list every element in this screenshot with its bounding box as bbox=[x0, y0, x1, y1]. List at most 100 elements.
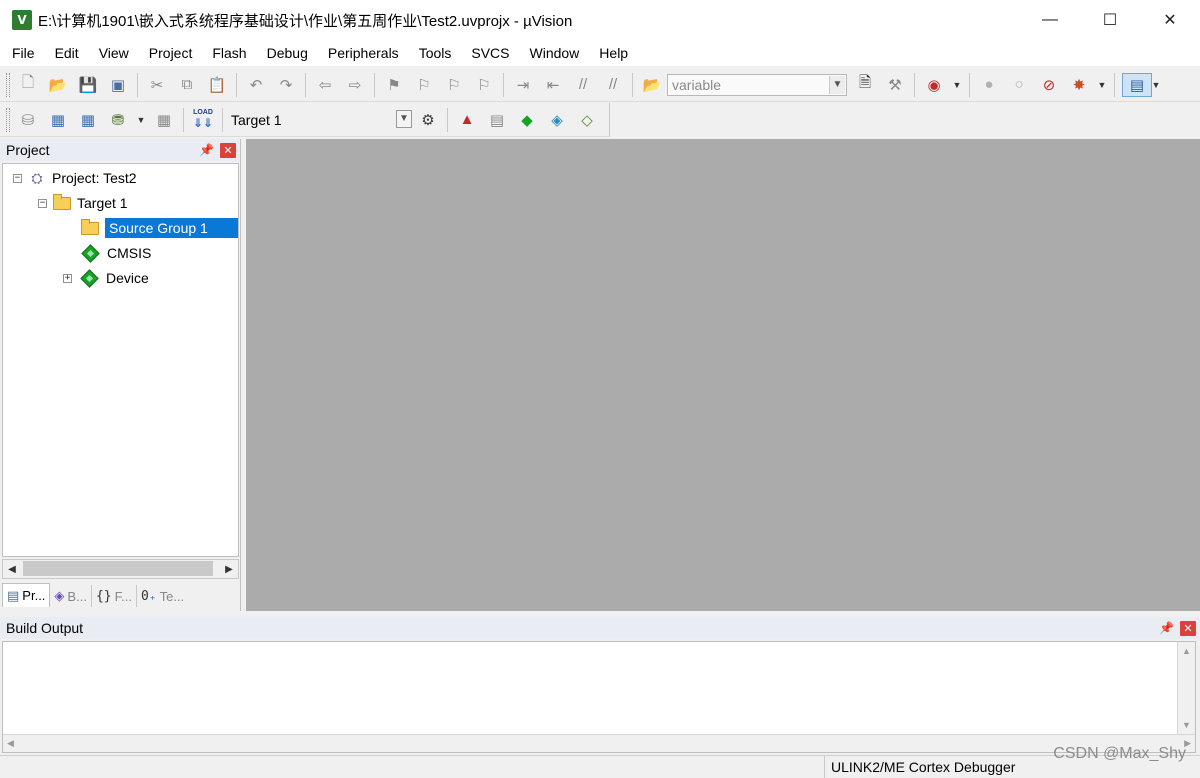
menu-peripherals[interactable]: Peripherals bbox=[316, 45, 407, 61]
menu-window[interactable]: Window bbox=[518, 45, 588, 61]
bookmark-toggle-icon[interactable]: ⚑ bbox=[382, 73, 406, 97]
scroll-right-icon[interactable]: ▶ bbox=[220, 560, 238, 578]
component-diamond-icon bbox=[80, 243, 100, 263]
navigate-back-icon[interactable]: ⇦ bbox=[313, 73, 337, 97]
undo-icon[interactable]: ↶ bbox=[244, 73, 268, 97]
editor-area[interactable] bbox=[246, 139, 1200, 611]
build-icon[interactable]: ▦ bbox=[46, 108, 70, 132]
scroll-left-icon[interactable]: ◀ bbox=[7, 738, 14, 749]
scroll-track[interactable] bbox=[21, 560, 220, 578]
build-output-text[interactable]: ▲ ▼ ◀ ▶ bbox=[2, 641, 1196, 753]
select-software-packs-icon[interactable]: ▤ bbox=[485, 108, 509, 132]
menu-edit[interactable]: Edit bbox=[43, 45, 87, 61]
scroll-down-icon[interactable]: ▼ bbox=[1178, 716, 1195, 734]
new-file-icon[interactable]: 🗋 bbox=[16, 73, 40, 97]
menu-svcs[interactable]: SVCS bbox=[459, 45, 517, 61]
project-horizontal-scrollbar[interactable]: ◀ ▶ bbox=[2, 559, 239, 579]
pack-installer-icon[interactable]: ◈ bbox=[545, 108, 569, 132]
stop-build-icon[interactable]: ▦ bbox=[152, 108, 176, 132]
bookmark-clear-icon[interactable]: ⚐ bbox=[472, 73, 496, 97]
find-in-files-icon[interactable]: 📂 bbox=[640, 73, 664, 97]
tree-node-target[interactable]: − Target 1 bbox=[38, 192, 128, 214]
close-window-button[interactable]: ✕ bbox=[1140, 0, 1200, 40]
expand-icon[interactable]: + bbox=[63, 273, 72, 283]
functions-tab-icon: {} bbox=[95, 588, 112, 604]
project-tab-icon: ▤ bbox=[7, 587, 20, 603]
window-layout-icon[interactable]: ▤ bbox=[1122, 72, 1152, 97]
scroll-up-icon[interactable]: ▲ bbox=[1178, 642, 1195, 660]
incremental-find-icon[interactable]: ⚒ bbox=[883, 73, 907, 97]
breakpoint-insert-icon[interactable]: ● bbox=[977, 73, 1001, 97]
collapse-icon[interactable]: − bbox=[13, 173, 22, 183]
scroll-left-icon[interactable]: ◀ bbox=[3, 560, 21, 578]
navigate-forward-icon[interactable]: ⇨ bbox=[343, 73, 367, 97]
scroll-thumb[interactable] bbox=[23, 561, 213, 576]
target-select[interactable]: Target 1 ▼ bbox=[227, 109, 413, 131]
multi-project-icon[interactable]: ◇ bbox=[575, 108, 599, 132]
translate-icon[interactable]: ⛁ bbox=[16, 108, 40, 132]
minimize-button[interactable]: — bbox=[1020, 0, 1080, 40]
pin-icon[interactable]: 📌 bbox=[1159, 621, 1174, 635]
uvision-app-icon[interactable]: V bbox=[12, 10, 32, 30]
breakpoint-enable-icon[interactable]: ○ bbox=[1007, 73, 1031, 97]
menu-file[interactable]: File bbox=[0, 45, 43, 61]
cut-icon[interactable]: ✂ bbox=[145, 73, 169, 97]
chevron-down-icon[interactable]: ▼ bbox=[396, 109, 412, 128]
collapse-icon[interactable]: − bbox=[38, 198, 47, 208]
options-for-target-icon[interactable]: ⚙ bbox=[416, 108, 440, 132]
tree-node-source-group[interactable]: Source Group 1 bbox=[81, 217, 238, 239]
redo-icon[interactable]: ↷ bbox=[274, 73, 298, 97]
tree-node-device[interactable]: + Device bbox=[63, 267, 149, 289]
find-combo[interactable]: variable ▼ bbox=[667, 73, 847, 96]
batch-build-icon[interactable]: ⛃ bbox=[106, 108, 130, 132]
tab-templates[interactable]: 0₊ Te... bbox=[137, 585, 188, 607]
tree-node-project[interactable]: − ⛭ Project: Test2 bbox=[13, 167, 137, 189]
dropdown-arrow-icon[interactable]: ▼ bbox=[952, 73, 962, 97]
tab-books[interactable]: ◈ B... bbox=[50, 585, 92, 607]
comment-icon[interactable]: // bbox=[571, 73, 595, 97]
download-load-icon[interactable]: LOAD ⇓⇓ bbox=[191, 108, 215, 132]
menu-view[interactable]: View bbox=[87, 45, 137, 61]
toolbar-grip[interactable] bbox=[6, 107, 10, 132]
debug-session-icon[interactable]: ◉ bbox=[922, 73, 946, 97]
paste-icon[interactable]: 📋 bbox=[205, 73, 229, 97]
dropdown-arrow-icon[interactable]: ▼ bbox=[1151, 73, 1161, 97]
breakpoint-kill-all-icon[interactable]: ✸ bbox=[1067, 73, 1091, 97]
save-all-icon[interactable]: ▣ bbox=[106, 73, 130, 97]
dropdown-arrow-icon[interactable]: ▼ bbox=[1097, 73, 1107, 97]
tree-node-cmsis[interactable]: CMSIS bbox=[80, 242, 151, 264]
tab-project[interactable]: ▤ Pr... bbox=[2, 583, 51, 607]
rebuild-icon[interactable]: ▦ bbox=[76, 108, 100, 132]
tab-functions[interactable]: {} F... bbox=[92, 585, 137, 607]
separator bbox=[374, 72, 375, 97]
copy-icon[interactable]: ⧉ bbox=[175, 73, 199, 97]
unindent-icon[interactable]: ⇤ bbox=[541, 73, 565, 97]
save-icon[interactable]: 💾 bbox=[76, 73, 100, 97]
build-output-vertical-scrollbar[interactable]: ▲ ▼ bbox=[1177, 642, 1195, 734]
menu-debug[interactable]: Debug bbox=[255, 45, 316, 61]
chevron-down-icon[interactable]: ▼ bbox=[829, 75, 845, 94]
open-file-icon[interactable]: 📂 bbox=[46, 73, 70, 97]
find-icon[interactable]: 🗎 bbox=[853, 73, 877, 97]
pin-icon[interactable]: 📌 bbox=[199, 143, 214, 157]
separator bbox=[183, 107, 184, 132]
maximize-button[interactable]: ☐ bbox=[1080, 0, 1140, 40]
menu-project[interactable]: Project bbox=[137, 45, 201, 61]
close-panel-icon[interactable]: ✕ bbox=[220, 142, 236, 158]
manage-run-time-environment-icon[interactable]: ◆ bbox=[515, 108, 539, 132]
menu-help[interactable]: Help bbox=[587, 45, 636, 61]
bookmark-next-icon[interactable]: ⚐ bbox=[442, 73, 466, 97]
indent-icon[interactable]: ⇥ bbox=[511, 73, 535, 97]
uncomment-icon[interactable]: // bbox=[601, 73, 625, 97]
bookmark-prev-icon[interactable]: ⚐ bbox=[412, 73, 436, 97]
dropdown-arrow-icon[interactable]: ▼ bbox=[136, 108, 146, 132]
tab-templates-label: Te... bbox=[159, 588, 185, 604]
close-panel-icon[interactable]: ✕ bbox=[1180, 620, 1196, 636]
toolbar-grip[interactable] bbox=[6, 72, 10, 97]
breakpoint-disable-all-icon[interactable]: ⊘ bbox=[1037, 73, 1061, 97]
manage-project-items-icon[interactable]: ▲ bbox=[455, 108, 479, 132]
build-output-horizontal-scrollbar[interactable]: ◀ ▶ bbox=[3, 734, 1195, 752]
menu-tools[interactable]: Tools bbox=[407, 45, 460, 61]
separator bbox=[236, 72, 237, 97]
menu-flash[interactable]: Flash bbox=[200, 45, 254, 61]
